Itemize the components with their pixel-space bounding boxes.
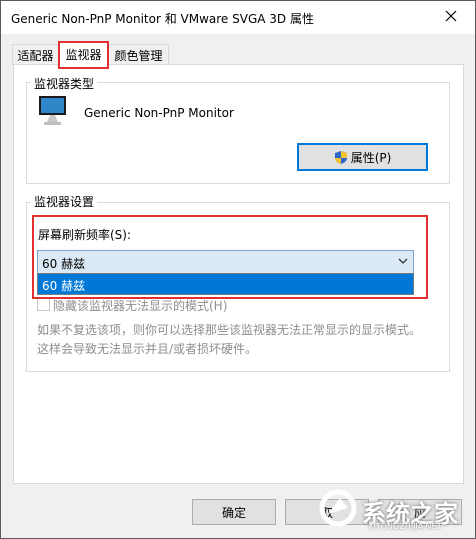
refresh-rate-select[interactable]: 60 赫兹 <box>37 250 414 274</box>
description-line-1: 如果不复选该项，则你可以选择那些该监视器无法正常显示的显示模式。 <box>37 323 422 337</box>
monitor-icon <box>39 96 66 125</box>
properties-button[interactable]: 属性(P) <box>297 143 428 171</box>
refresh-rate-value: 60 赫兹 <box>42 257 86 271</box>
tab-color-label: 颜色管理 <box>114 48 163 63</box>
tab-adapter[interactable]: 适配器 <box>12 44 59 65</box>
monitor-name: Generic Non-PnP Monitor <box>84 106 234 120</box>
description-line-2: 这样会导致无法显示并且/或者损坏硬件。 <box>37 342 258 356</box>
window-title: Generic Non-PnP Monitor 和 VMware SVGA 3D… <box>11 12 314 26</box>
chevron-down-icon <box>398 258 408 264</box>
shield-icon <box>334 150 347 164</box>
ok-button-label: 确定 <box>221 505 246 520</box>
watermark-sub: XITONGZHIJIA.NET <box>368 522 442 531</box>
properties-button-label: 属性(P) <box>350 150 392 165</box>
refresh-rate-label: 屏幕刷新频率(S): <box>38 228 132 242</box>
tab-adapter-label: 适配器 <box>17 48 54 63</box>
close-button[interactable] <box>429 1 473 31</box>
hide-modes-label: 隐藏该监视器无法显示的模式(H) <box>53 299 228 313</box>
hide-modes-checkbox[interactable] <box>37 298 50 311</box>
dropdown-option-label: 60 赫兹 <box>42 279 86 293</box>
close-icon <box>445 10 457 22</box>
tab-color-management[interactable]: 颜色管理 <box>108 44 169 65</box>
monitor-settings-label: 监视器设置 <box>31 193 98 210</box>
ok-button[interactable]: 确定 <box>192 499 276 525</box>
tab-monitor-label: 监视器 <box>65 48 102 62</box>
dropdown-option[interactable]: 60 赫兹 <box>37 273 414 295</box>
monitor-type-label: 监视器类型 <box>31 75 98 92</box>
title-bar: Generic Non-PnP Monitor 和 VMware SVGA 3D… <box>1 1 475 34</box>
watermark-logo-icon <box>319 489 357 527</box>
tab-monitor[interactable]: 监视器 <box>58 42 109 66</box>
